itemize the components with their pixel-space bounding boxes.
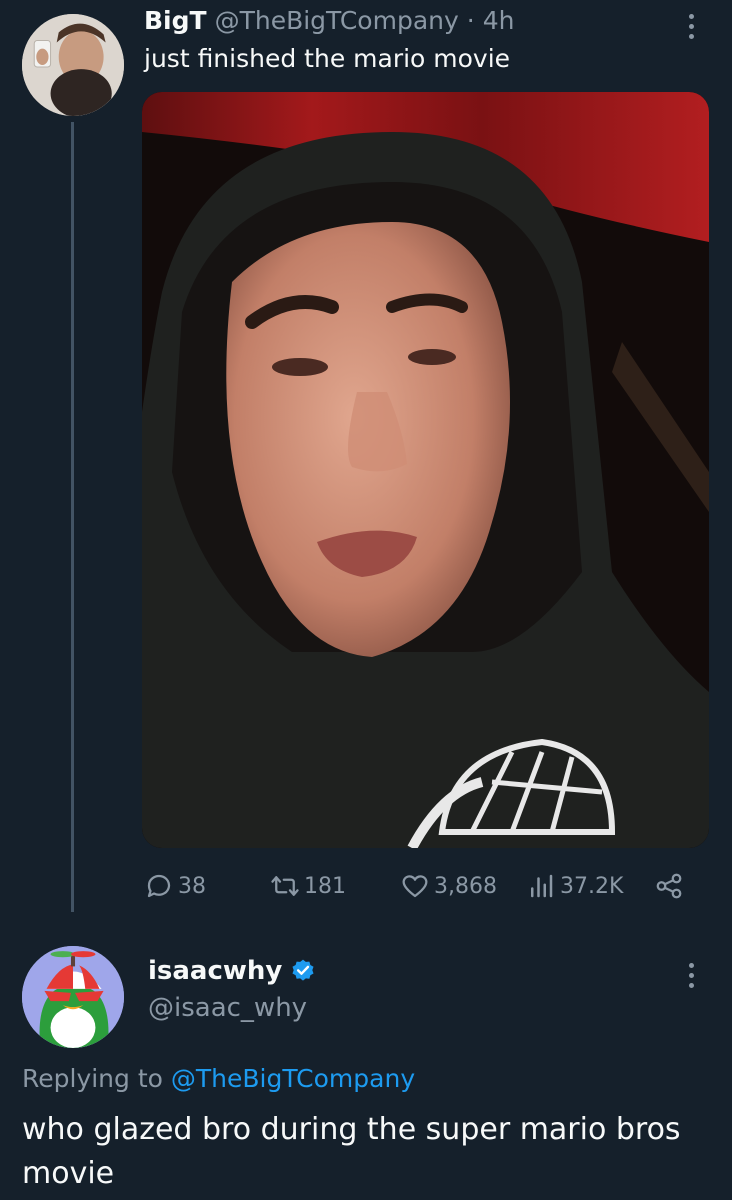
tweet-timestamp[interactable]: 4h bbox=[483, 6, 515, 35]
reply-author-name[interactable]: isaacwhy bbox=[148, 956, 282, 986]
replying-to-mention-link[interactable]: @TheBigTCompany bbox=[171, 1064, 415, 1093]
tweet-media-photo[interactable] bbox=[142, 92, 709, 848]
tweet-more-icon[interactable] bbox=[676, 6, 706, 46]
reply-author-avatar[interactable] bbox=[22, 946, 124, 1048]
heart-icon bbox=[402, 875, 428, 898]
views-count: 37.2K bbox=[560, 873, 624, 899]
share-nodes-icon bbox=[656, 873, 682, 899]
reply-more-icon[interactable] bbox=[676, 955, 706, 995]
reply-author-handle[interactable]: @isaac_why bbox=[148, 993, 307, 1023]
author-avatar-image bbox=[22, 14, 124, 116]
penguin-propeller-hat-avatar bbox=[22, 946, 124, 1048]
replying-to-line: Replying to @TheBigTCompany bbox=[22, 1064, 415, 1093]
tweet-text: just finished the mario movie bbox=[144, 44, 511, 73]
bar-chart-icon bbox=[531, 874, 553, 898]
thread-connector-line bbox=[71, 122, 74, 912]
photo-crying-person bbox=[142, 92, 709, 848]
tweet-action-bar: 38 181 3,868 37.2K bbox=[144, 866, 689, 906]
author-avatar[interactable] bbox=[22, 14, 124, 116]
reply-count: 38 bbox=[178, 873, 206, 899]
like-button[interactable]: 3,868 bbox=[400, 871, 497, 901]
views-button[interactable]: 37.2K bbox=[526, 871, 623, 901]
like-count: 3,868 bbox=[434, 873, 497, 899]
speech-bubble-icon bbox=[147, 874, 171, 898]
author-handle[interactable]: @TheBigTCompany bbox=[215, 6, 459, 35]
retweet-button[interactable]: 181 bbox=[270, 871, 346, 901]
verified-badge-icon[interactable] bbox=[290, 958, 316, 984]
reply-text: who glazed bro during the super mario br… bbox=[22, 1112, 681, 1191]
reply-button[interactable]: 38 bbox=[144, 871, 206, 901]
tweet-header: BigT @TheBigTCompany · 4h bbox=[144, 6, 515, 42]
reply-author-name-row: isaacwhy bbox=[148, 956, 316, 986]
share-button[interactable] bbox=[654, 871, 684, 901]
retweet-count: 181 bbox=[304, 873, 346, 899]
replying-to-prefix: Replying to bbox=[22, 1064, 163, 1093]
header-separator: · bbox=[466, 6, 475, 35]
author-name[interactable]: BigT bbox=[144, 6, 207, 35]
retweet-arrows-icon bbox=[271, 876, 299, 896]
